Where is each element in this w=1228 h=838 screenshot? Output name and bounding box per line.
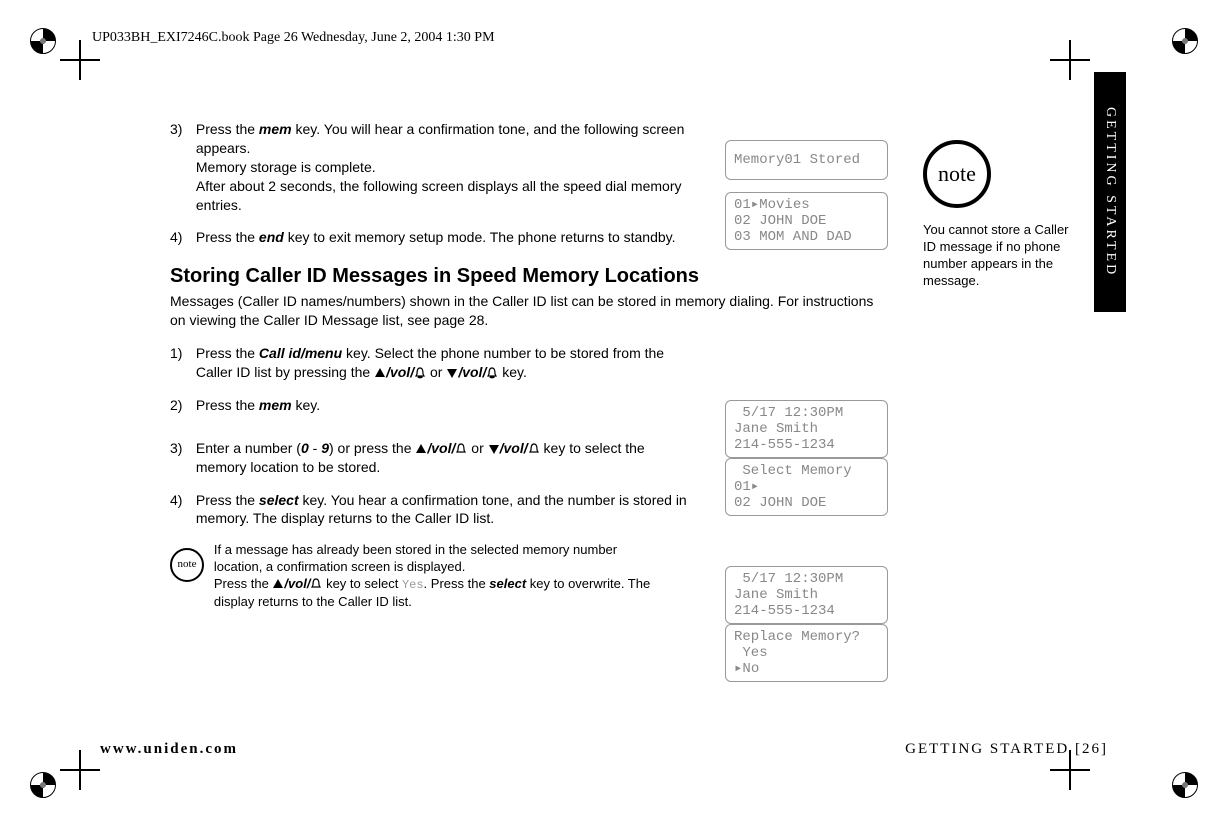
text: key to select [326, 576, 402, 591]
text: If a message has already been stored in … [214, 542, 617, 574]
ringer-icon [486, 367, 498, 379]
lcd-screen-replace-memory: Replace Memory? Yes ▸No [725, 624, 888, 682]
lcd-screen-caller-id: 5/17 12:30PM Jane Smith 214-555-1234 [725, 400, 888, 458]
lcd-screen-select-memory: Select Memory 01▸ 02 JOHN DOE [725, 458, 888, 516]
vol-key: /vol/ [386, 364, 414, 380]
text: Press the [214, 576, 273, 591]
vol-key: /vol/ [427, 440, 455, 456]
vol-key: /vol/ [500, 440, 528, 456]
registration-mark [30, 772, 56, 798]
key-name: 0 [301, 440, 309, 456]
crop-mark [1060, 50, 1080, 70]
ringer-icon [455, 443, 467, 455]
page-footer: www.uniden.com GETTING STARTED [26] [100, 741, 1108, 758]
registration-mark [1172, 772, 1198, 798]
registration-mark [30, 28, 56, 54]
note-icon: note [923, 140, 991, 208]
page-header: UP033BH_EXI7246C.book Page 26 Wednesday,… [92, 30, 495, 46]
text: key to exit memory setup mode. The phone… [284, 229, 676, 245]
key-name: 9 [321, 440, 329, 456]
cid-step-1: 1) Press the Call id/menu key. Select th… [170, 344, 890, 382]
up-arrow-icon [272, 578, 284, 590]
key-name: Call id/menu [259, 345, 342, 361]
up-arrow-icon [415, 443, 427, 455]
step-number: 4) [170, 491, 192, 510]
vol-key: /vol/ [284, 576, 310, 591]
step-number: 3) [170, 120, 192, 139]
crop-mark [70, 50, 90, 70]
text: After about 2 seconds, the following scr… [196, 178, 682, 213]
step-number: 2) [170, 396, 192, 415]
ringer-icon [310, 578, 322, 590]
note-text: If a message has already been stored in … [214, 542, 654, 610]
registration-mark [1172, 28, 1198, 54]
text: or [430, 364, 446, 380]
lcd-screen-memory-list: 01▸Movies 02 JOHN DOE 03 MOM AND DAD [725, 192, 888, 250]
text: Press the [196, 121, 259, 137]
note-icon: note [170, 548, 204, 582]
down-arrow-icon [488, 443, 500, 455]
key-name: select [489, 576, 526, 591]
text: Press the [196, 397, 259, 413]
ringer-icon [528, 443, 540, 455]
step-number: 4) [170, 228, 192, 247]
text: Memory storage is complete. [196, 159, 376, 175]
text: or [471, 440, 487, 456]
step-number: 1) [170, 344, 192, 363]
step-text: Press the Call id/menu key. Select the p… [196, 344, 696, 382]
step-number: 3) [170, 439, 192, 458]
text: Press the [196, 229, 259, 245]
text: Press the [196, 492, 259, 508]
key-name: mem [259, 397, 292, 413]
lcd-text: Yes [402, 578, 424, 592]
crop-mark [70, 760, 90, 780]
text: . Press the [424, 576, 490, 591]
key-name: select [259, 492, 299, 508]
step-text: Press the mem key. [196, 396, 696, 415]
text: - [309, 440, 321, 456]
key-name: mem [259, 121, 292, 137]
footer-url: www.uniden.com [100, 741, 238, 758]
margin-note: note You cannot store a Caller ID messag… [923, 140, 1078, 290]
step-text: Press the mem key. You will hear a confi… [196, 120, 696, 214]
text: key. [502, 364, 527, 380]
section-intro: Messages (Caller ID names/numbers) shown… [170, 292, 890, 330]
up-arrow-icon [374, 367, 386, 379]
footer-page: GETTING STARTED [26] [905, 741, 1108, 758]
step-text: Press the select key. You hear a confirm… [196, 491, 696, 529]
vol-key: /vol/ [458, 364, 486, 380]
text: ) or press the [329, 440, 415, 456]
lcd-screen-caller-id-2: 5/17 12:30PM Jane Smith 214-555-1234 [725, 566, 888, 624]
text: key. [292, 397, 321, 413]
section-heading: Storing Caller ID Messages in Speed Memo… [170, 265, 890, 288]
key-name: end [259, 229, 284, 245]
ringer-icon [414, 367, 426, 379]
down-arrow-icon [446, 367, 458, 379]
section-tab: GETTING STARTED [1094, 72, 1126, 312]
step-text: Enter a number (0 - 9) or press the /vol… [196, 439, 696, 477]
lcd-screen-memory-stored: Memory01 Stored [725, 140, 888, 180]
note-text: You cannot store a Caller ID message if … [923, 222, 1078, 290]
crop-mark [1060, 760, 1080, 780]
text: Enter a number ( [196, 440, 301, 456]
text: Press the [196, 345, 259, 361]
